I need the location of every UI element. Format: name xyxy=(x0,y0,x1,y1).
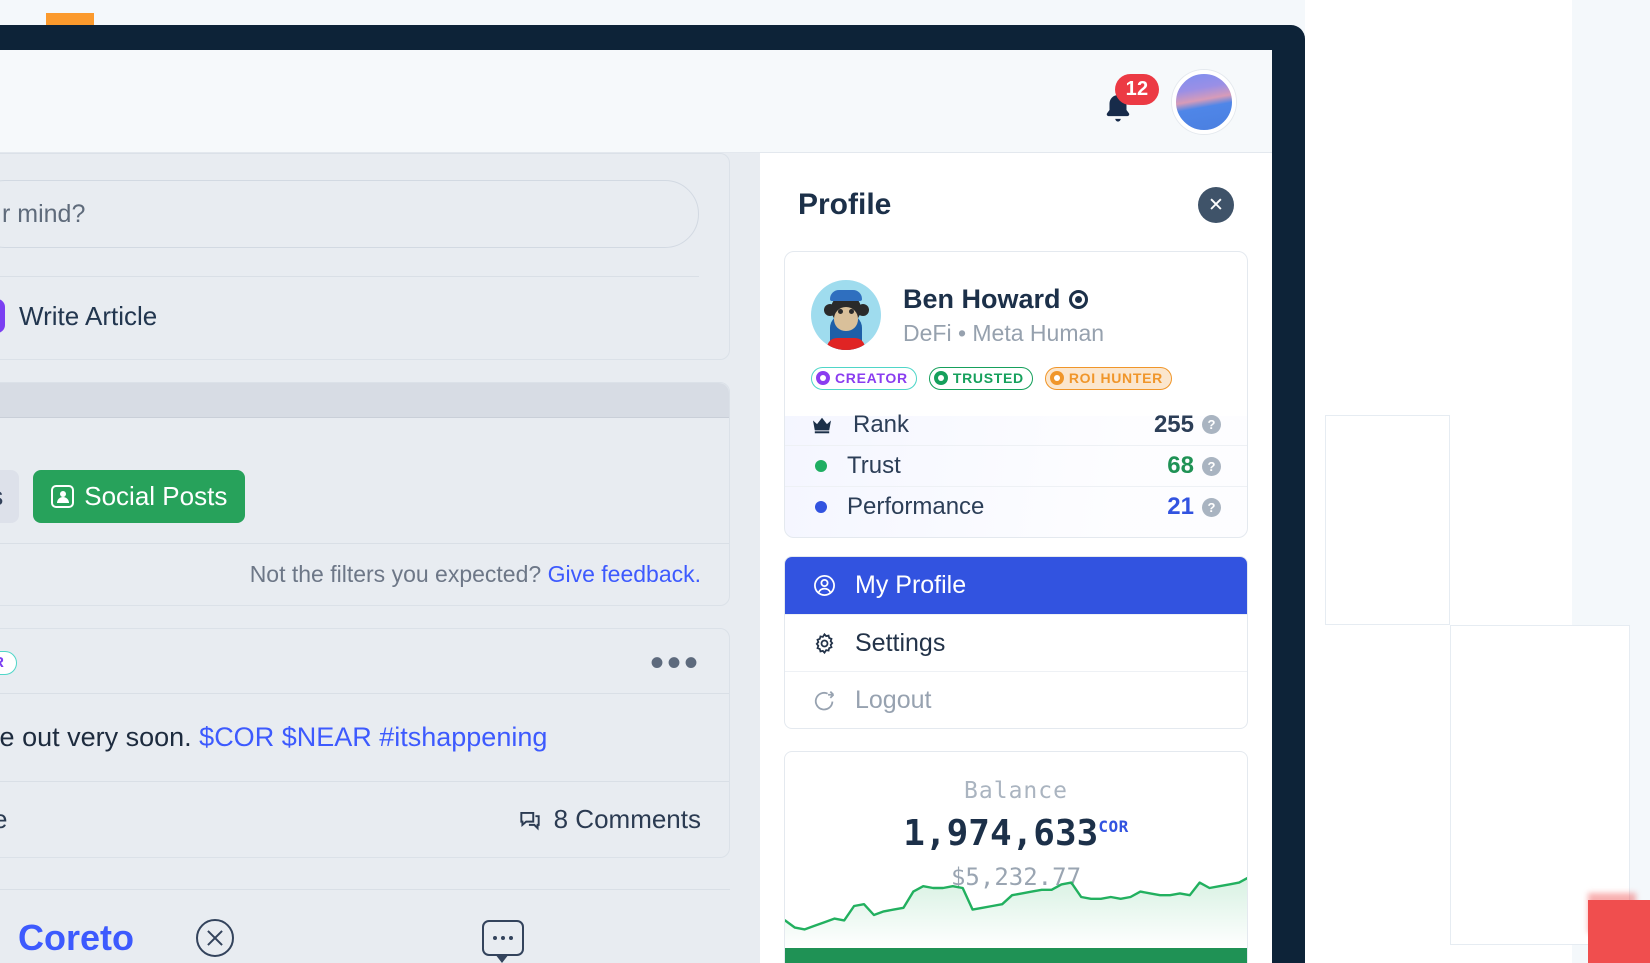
write-article-label: Write Article xyxy=(19,300,158,331)
balance-amount: 1,974,633 xyxy=(903,813,1099,854)
screenshot-root: 12 r mind? Write Article Social Posts No… xyxy=(0,0,1650,963)
help-icon[interactable]: ? xyxy=(1202,456,1221,476)
give-feedback-link[interactable]: Give feedback. xyxy=(548,561,701,587)
app-header-actions: 12 xyxy=(1098,50,1236,153)
profile-subtitle: DeFi • Meta Human xyxy=(903,319,1105,346)
menu-item-label: My Profile xyxy=(855,571,967,599)
post-comments-label: 8 Comments xyxy=(553,804,701,834)
app-header: 12 xyxy=(0,50,1272,153)
dot-icon xyxy=(815,460,827,472)
stat-value: 255 xyxy=(1153,410,1194,438)
user-circle-icon xyxy=(811,573,837,599)
ellipsis-icon[interactable]: ••• xyxy=(650,643,701,683)
balance-sparkline-chart xyxy=(785,876,1247,948)
avatar[interactable] xyxy=(1172,69,1236,134)
write-article-button[interactable]: Write Article xyxy=(0,277,699,359)
profile-menu: My Profile Settings Logout xyxy=(784,556,1248,729)
brand-logo[interactable]: Coreto xyxy=(18,917,134,959)
filters-feedback: Not the filters you expected? Give feedb… xyxy=(0,543,729,605)
notification-badge: 12 xyxy=(1115,73,1159,105)
crown-icon xyxy=(811,416,833,434)
post-tags[interactable]: $COR $NEAR #itshappening xyxy=(199,722,547,752)
background-red-square xyxy=(1588,900,1650,963)
filters-row: cles Social Posts xyxy=(0,418,729,543)
logout-icon xyxy=(811,687,837,713)
stat-label: Trust xyxy=(847,452,901,479)
stat-value-wrap: 21 ? xyxy=(1167,493,1221,521)
post-header: REATOR ••• xyxy=(0,629,729,693)
app-viewport: 12 r mind? Write Article Social Posts No… xyxy=(0,50,1272,963)
balance-amount-row: 1,974,633COR xyxy=(785,813,1247,854)
comment-icon xyxy=(519,811,540,830)
profile-badges: CREATOR TRUSTED ROI HUNTER xyxy=(785,350,1247,390)
status-badge-creator: CREATOR xyxy=(811,367,917,390)
composer-input[interactable]: r mind? xyxy=(0,180,699,248)
post-creator-badge: REATOR xyxy=(0,651,17,675)
badge-label: CREATOR xyxy=(835,370,908,386)
stat-row-rank: Rank 255 ? xyxy=(785,404,1247,445)
profile-summary-card: Ben Howard DeFi • Meta Human CREATOR TRU… xyxy=(784,251,1248,538)
profile-panel: Profile ✕ Ben Howard DeFi • Meta Human C… xyxy=(760,153,1272,963)
article-icon xyxy=(0,299,5,333)
filter-chip-social-posts-label: Social Posts xyxy=(84,481,228,511)
background-ghost-card-a xyxy=(1325,415,1450,625)
ape-avatar[interactable] xyxy=(811,280,881,350)
composer-placeholder: r mind? xyxy=(2,199,86,228)
filter-chip-articles[interactable]: cles xyxy=(0,470,20,523)
status-badge-trusted: TRUSTED xyxy=(928,367,1033,390)
view-wallet-button[interactable]: View Wallet xyxy=(785,948,1247,963)
profile-panel-header: Profile ✕ xyxy=(760,153,1272,223)
filters-top-strip xyxy=(0,383,729,417)
wallet-balance: Balance 1,974,633COR $5,232.77 xyxy=(785,752,1247,948)
composer-card: r mind? Write Article xyxy=(0,153,730,360)
balance-label: Balance xyxy=(964,778,1068,804)
post-card: REATOR ••• uld be out very soon. $COR $N… xyxy=(0,628,730,858)
trusted-icon xyxy=(933,371,948,385)
circle-close-icon[interactable] xyxy=(196,918,234,957)
profile-name-row: Ben Howard xyxy=(903,284,1104,315)
menu-item-settings[interactable]: Settings xyxy=(785,614,1247,671)
help-icon[interactable]: ? xyxy=(1202,415,1221,434)
status-badge-roi-hunter: ROI HUNTER xyxy=(1044,367,1172,390)
badge-label: ROI HUNTER xyxy=(1068,370,1163,386)
post-text: uld be out very soon. xyxy=(0,722,192,752)
roi-hunter-icon xyxy=(1049,371,1064,385)
stat-value-wrap: 68 ? xyxy=(1167,452,1221,480)
menu-item-my-profile[interactable]: My Profile xyxy=(785,557,1247,614)
stat-label: Rank xyxy=(853,410,910,438)
creator-icon xyxy=(816,371,830,385)
wallet-card: Balance 1,974,633COR $5,232.77 xyxy=(784,751,1248,963)
gear-icon xyxy=(811,630,837,656)
post-footer: agree 8 Comments xyxy=(0,781,729,857)
post-body: uld be out very soon. $COR $NEAR #itshap… xyxy=(0,693,729,781)
stat-value-wrap: 255 ? xyxy=(1154,411,1221,439)
feed-column: r mind? Write Article cles Social Posts xyxy=(0,153,730,880)
filter-chip-social-posts[interactable]: Social Posts xyxy=(33,470,246,523)
menu-item-label: Settings xyxy=(855,628,946,657)
stat-value: 21 xyxy=(1167,493,1194,520)
help-icon[interactable]: ? xyxy=(1202,497,1221,517)
chat-bubble-icon[interactable] xyxy=(482,919,524,963)
stat-row-performance: Performance 21 ? xyxy=(785,486,1247,527)
social-post-icon xyxy=(51,485,75,508)
balance-symbol: COR xyxy=(1098,817,1129,836)
stat-row-trust: Trust 68 ? xyxy=(785,445,1247,486)
filters-card: cles Social Posts Not the filters you ex… xyxy=(0,382,730,606)
menu-item-logout[interactable]: Logout xyxy=(785,671,1247,728)
menu-item-label: Logout xyxy=(855,685,932,714)
verified-icon xyxy=(1068,289,1088,309)
post-comments-button[interactable]: 8 Comments xyxy=(517,804,701,835)
profile-name: Ben Howard xyxy=(903,283,1061,314)
post-agree-label[interactable]: agree xyxy=(0,804,8,835)
dot-icon xyxy=(815,501,827,513)
filters-feedback-text: Not the filters you expected? xyxy=(249,561,542,587)
badge-label: TRUSTED xyxy=(952,370,1024,386)
notifications-button[interactable]: 12 xyxy=(1098,73,1159,124)
page-title: Profile xyxy=(798,188,892,221)
profile-identity: Ben Howard DeFi • Meta Human xyxy=(785,252,1247,350)
stat-value: 68 xyxy=(1167,452,1194,479)
bottom-bar: Coreto xyxy=(0,889,730,963)
stat-label: Performance xyxy=(847,493,985,520)
close-icon[interactable]: ✕ xyxy=(1198,187,1234,223)
